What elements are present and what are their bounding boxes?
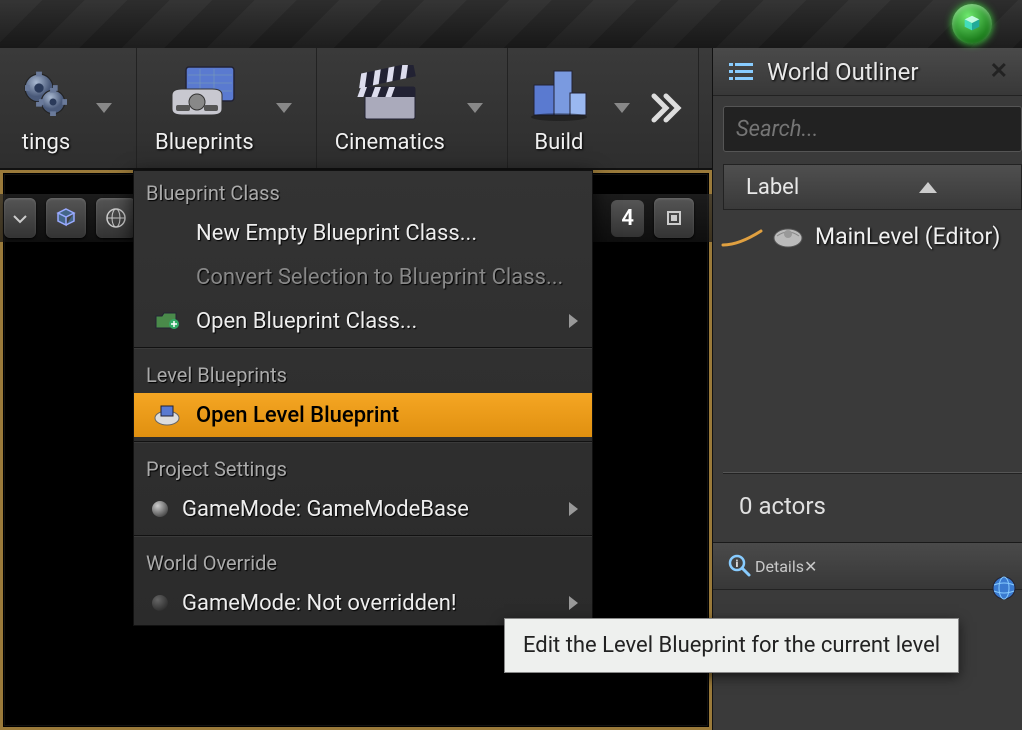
menu-open-blueprint-class[interactable]: Open Blueprint Class...	[134, 299, 592, 343]
title-bar	[0, 0, 1022, 48]
build-label: Build	[534, 130, 583, 155]
menu-new-empty-blueprint[interactable]: New Empty Blueprint Class...	[134, 211, 592, 255]
outliner-label-header[interactable]: Label	[723, 164, 1022, 210]
cinematics-dropdown-arrow[interactable]	[467, 103, 483, 113]
settings-button[interactable]: tings	[10, 53, 82, 163]
menu-section-world-override: World Override	[134, 541, 592, 581]
viewport-options-button[interactable]	[4, 198, 36, 238]
menu-section-project-settings: Project Settings	[134, 447, 592, 487]
cinematics-button[interactable]: Cinematics	[327, 53, 453, 163]
viewport-perspective-button[interactable]	[46, 198, 86, 238]
world-outliner-tab[interactable]: World Outliner ✕	[713, 48, 1022, 96]
globe-icon	[991, 575, 1017, 601]
label-header-text: Label	[746, 175, 799, 200]
cinematics-label: Cinematics	[335, 130, 445, 155]
viewport-viewmode-button[interactable]	[96, 198, 136, 238]
folder-plus-icon	[154, 310, 180, 332]
close-outliner-icon[interactable]: ✕	[990, 59, 1008, 84]
submenu-arrow-icon	[569, 314, 578, 328]
close-details-icon[interactable]: ✕	[804, 557, 817, 576]
menu-section-blueprint-class: Blueprint Class	[134, 171, 592, 211]
bullet-icon	[152, 501, 168, 517]
blueprints-label: Blueprints	[155, 130, 254, 155]
settings-dropdown-arrow[interactable]	[96, 103, 112, 113]
gear-icon	[18, 67, 74, 123]
globe-wire-icon	[104, 206, 128, 230]
details-icon: i	[727, 553, 755, 579]
source-control-badge[interactable]	[952, 4, 992, 44]
outliner-icon	[727, 60, 755, 84]
build-dropdown-arrow[interactable]	[614, 103, 630, 113]
viewport-maximize-button[interactable]	[654, 198, 694, 238]
outliner-search[interactable]	[723, 106, 1022, 152]
blueprints-icon	[166, 65, 242, 125]
world-icon	[771, 222, 805, 250]
viewport-grid-size[interactable]: 4	[611, 200, 644, 237]
tooltip: Edit the Level Blueprint for the current…	[504, 618, 959, 673]
blueprints-dropdown-menu: Blueprint Class New Empty Blueprint Clas…	[133, 170, 593, 626]
build-button[interactable]: Build	[518, 53, 600, 163]
actor-count: 0 actors	[713, 474, 1022, 542]
menu-convert-selection: Convert Selection to Blueprint Class...	[134, 255, 592, 299]
menu-open-level-blueprint[interactable]: Open Level Blueprint	[134, 393, 592, 437]
menu-section-level-blueprints: Level Blueprints	[134, 353, 592, 393]
svg-text:i: i	[736, 559, 739, 570]
blueprints-dropdown-arrow[interactable]	[276, 103, 292, 113]
toolbar-overflow-icon[interactable]	[648, 88, 688, 128]
outliner-row-mainlevel[interactable]: MainLevel (Editor)	[713, 214, 1022, 258]
divider	[134, 441, 592, 443]
details-tab[interactable]: i Details ✕	[713, 542, 1022, 590]
blueprints-button[interactable]: Blueprints	[147, 53, 262, 163]
clapperboard-icon	[355, 65, 425, 125]
divider	[134, 347, 592, 349]
world-outliner-title: World Outliner	[767, 58, 918, 86]
build-icon	[526, 65, 592, 125]
sort-ascending-icon	[919, 182, 937, 193]
details-title: Details	[755, 557, 804, 576]
cube-icon	[54, 206, 78, 230]
maximize-icon	[664, 208, 684, 228]
menu-gamemode-project[interactable]: GameMode: GameModeBase	[134, 487, 592, 531]
submenu-arrow-icon	[569, 502, 578, 516]
details-globe-button[interactable]	[988, 564, 1020, 612]
search-input[interactable]	[736, 117, 1009, 142]
settings-label: tings	[22, 130, 70, 155]
divider	[134, 535, 592, 537]
expand-indicator-icon	[721, 223, 771, 249]
submenu-arrow-icon	[569, 596, 578, 610]
outliner-item-label: MainLevel (Editor)	[815, 223, 1000, 250]
level-blueprint-icon	[153, 404, 181, 426]
bullet-icon	[152, 595, 168, 611]
